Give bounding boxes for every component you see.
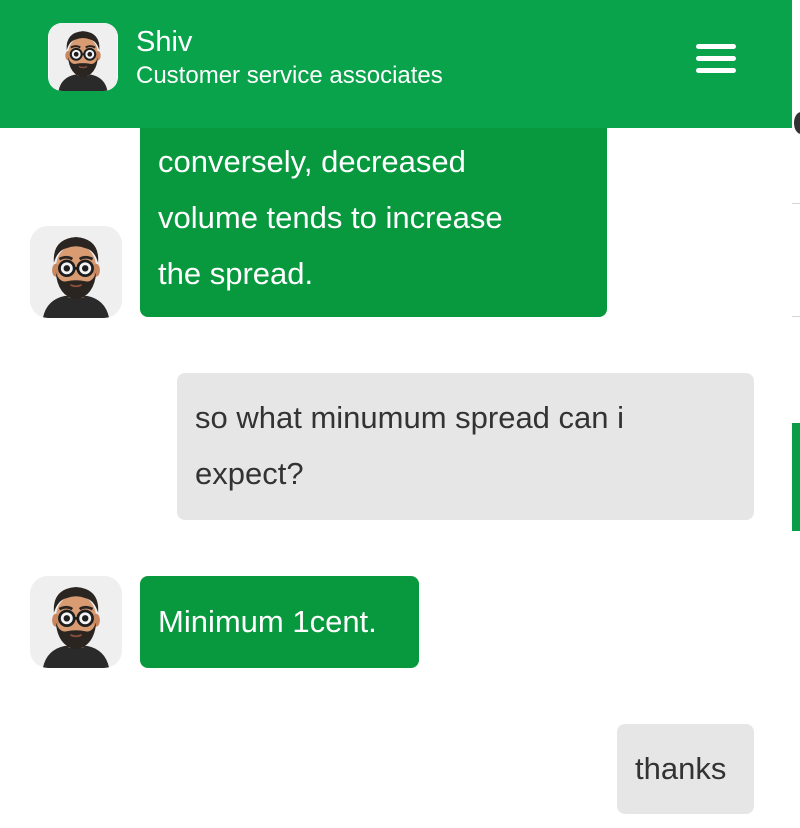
message-line: thanks (635, 751, 727, 786)
agent-avatar (48, 23, 118, 91)
edge-dot (794, 112, 800, 134)
agent-message-bubble: Minimum 1cent. (140, 576, 419, 668)
agent-message-avatar (30, 226, 122, 318)
message-line: volume tends to increase (158, 200, 503, 235)
user-message-bubble: so what minumum spread can i expect? (177, 373, 754, 520)
user-message-bubble: thanks (617, 724, 754, 814)
divider (792, 316, 800, 317)
chat-header: Shiv Customer service associates (0, 0, 792, 128)
agent-message-bubble: conversely, decreased volume tends to in… (140, 118, 607, 317)
bearded-man-avatar-icon (48, 23, 118, 91)
agent-role: Customer service associates (136, 62, 443, 89)
agent-message-avatar (30, 576, 122, 668)
hamburger-menu-icon[interactable] (694, 42, 740, 74)
divider (792, 203, 800, 204)
message-line: so what minumum spread can i (195, 400, 625, 435)
message-line: conversely, decreased (158, 144, 466, 179)
message-line: expect? (195, 456, 304, 491)
bearded-man-avatar-icon (30, 576, 122, 668)
message-line: the spread. (158, 256, 314, 291)
edge-accent (792, 423, 800, 531)
bearded-man-avatar-icon (30, 226, 122, 318)
agent-name: Shiv (136, 26, 193, 58)
message-line: Minimum 1cent. (158, 604, 377, 639)
adjacent-window-edge (792, 0, 800, 828)
